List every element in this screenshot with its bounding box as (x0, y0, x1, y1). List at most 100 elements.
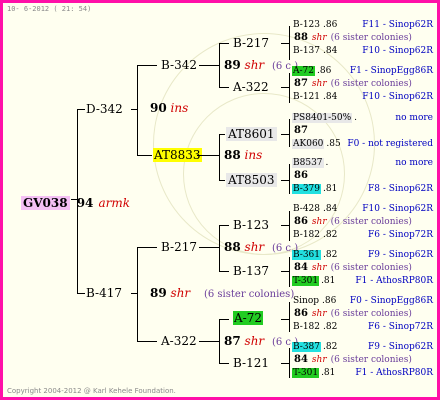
gen2-fm-year: 88 (224, 240, 241, 254)
gen4-mid-year: 87 (294, 125, 308, 136)
gen3-name[interactable]: B-217 (233, 36, 269, 50)
gen4-mid-breeder: shr (311, 217, 327, 227)
gen1-father-year: 89 (150, 286, 167, 300)
connector-line (197, 155, 219, 156)
gen4-bottom-row[interactable]: T-301.81 (292, 276, 335, 286)
gen4-bottom-row[interactable]: B-121.84 (292, 92, 337, 102)
gen4-top-year: .84 (323, 204, 338, 214)
gen4-mid-breeder: shr (311, 309, 327, 319)
gen4-bottom-name: B-137 (293, 46, 320, 56)
gen4-mid-row: 86 shr (6 sister colonies) (294, 216, 412, 227)
connector-line (137, 341, 157, 342)
gen4-mid-breeder: shr (311, 33, 327, 43)
gen2-mf-year: 88 (224, 148, 241, 162)
connector-line (77, 293, 85, 294)
gen4-bottom-year: .81 (321, 368, 336, 378)
gen4-top-name: B-361 (292, 250, 321, 260)
gen4-bottom-year: .82 (323, 322, 338, 332)
root-queen[interactable]: GV038 94 armk (21, 192, 130, 211)
connector-line (199, 247, 219, 248)
gen4-bottom-name: B-379 (292, 184, 321, 194)
gen4-mid-year: 86 (294, 308, 308, 319)
gen4-bottom-row[interactable]: B-379.81 (292, 184, 337, 194)
gen1-mother-name[interactable]: D-342 (86, 102, 123, 116)
gen2-ff-name[interactable]: A-322 (161, 334, 197, 348)
gen3-name[interactable]: B-123 (233, 218, 269, 232)
gen4-top-row[interactable]: PS8401-50%. (292, 113, 357, 123)
pedigree-frame: 10- 6-2012 ( 21: 54) Copyright 2004-2012… (0, 0, 440, 400)
connector-line (289, 257, 290, 287)
gen4-top-source: no more (395, 113, 433, 123)
gen4-mid-row: 84 shr (6 sister colonies) (294, 354, 412, 365)
gen4-mid-sisters: (6 sister colonies) (330, 263, 412, 273)
gen4-top-source: F10 - Sinop62R (362, 204, 433, 214)
gen2-fm-name[interactable]: B-217 (161, 240, 197, 254)
gen4-bottom-name: B-182 (293, 322, 320, 332)
gen2-ff-breeder: shr (244, 334, 265, 348)
gen4-bottom-year: .81 (323, 184, 338, 194)
gen4-mid-year: 87 (294, 78, 308, 89)
gen4-top-source: F0 - SinopEgg86R (349, 296, 433, 306)
gen4-mid-sisters: (6 sister colonies) (330, 309, 412, 319)
gen4-top-row[interactable]: B-361.82 (292, 250, 337, 260)
gen2-fm-breeder: shr (244, 240, 265, 254)
gen4-mid-sisters: (6 sister colonies) (330, 79, 412, 89)
gen4-top-row[interactable]: A-72.86 (292, 66, 331, 76)
connector-line (137, 247, 157, 248)
gen4-top-row[interactable]: B8537. (292, 158, 328, 168)
connector-line (289, 73, 290, 103)
gen4-mid-year: 84 (294, 354, 308, 365)
connector-line (137, 65, 157, 66)
gen4-mid-sisters: (6 sister colonies) (330, 33, 412, 43)
gen4-bottom-row[interactable]: B-182.82 (292, 230, 337, 240)
gen4-bottom-source: F8 - Sinop62R (368, 184, 433, 194)
connector-line (289, 211, 290, 241)
gen2-mm-name[interactable]: B-342 (161, 58, 197, 72)
gen4-mid-year: 84 (294, 262, 308, 273)
gen3-name[interactable]: B-137 (233, 264, 269, 278)
gen4-bottom-name: B-121 (293, 92, 320, 102)
gen3-name[interactable]: B-121 (233, 356, 269, 370)
gen4-top-row[interactable]: B-387.82 (292, 342, 337, 352)
gen4-bottom-source: F0 - not registered (347, 139, 433, 149)
gen3-name[interactable]: A-72 (233, 311, 263, 325)
gen4-top-name: B-428 (293, 204, 320, 214)
gen2-mm-year: 89 (224, 58, 241, 72)
gen4-bottom-row[interactable]: T-301.81 (292, 368, 335, 378)
gen3-name[interactable]: AT8503 (226, 173, 277, 187)
gen4-mid-row: 86 shr (6 sister colonies) (294, 308, 412, 319)
connector-line (281, 271, 289, 272)
gen4-bottom-row[interactable]: B-137.84 (292, 46, 337, 56)
gen4-top-row[interactable]: Sinop .86 (292, 296, 336, 306)
gen4-top-source: F1 - SinopEgg86R (349, 66, 433, 76)
gen4-top-row[interactable]: B-123.86 (292, 20, 337, 30)
gen2-mf-breeder: ins (244, 148, 263, 162)
connector-line (219, 319, 229, 320)
gen3-name[interactable]: AT8601 (226, 127, 277, 141)
gen4-bottom-year: .84 (323, 46, 338, 56)
gen4-mid-row: 88 shr (6 sister colonies) (294, 32, 412, 43)
gen4-top-source: no more (395, 158, 433, 168)
gen4-bottom-source: F10 - Sinop62R (362, 46, 433, 56)
connector-line (219, 134, 225, 135)
connector-line (281, 319, 289, 320)
gen4-bottom-year: .81 (321, 276, 336, 286)
connector-line (77, 109, 78, 293)
gen4-top-year: .82 (323, 342, 338, 352)
connector-line (219, 43, 220, 87)
gen4-bottom-row[interactable]: B-182.82 (292, 322, 337, 332)
connector-line (219, 180, 225, 181)
gen4-top-year: .86 (322, 296, 337, 306)
gen1-father-breeder: shr (170, 286, 191, 300)
connector-line (219, 43, 229, 44)
gen2-mm-info: 89 shr (6 c.) (224, 58, 298, 72)
gen3-name[interactable]: A-322 (233, 80, 269, 94)
gen2-mf-name[interactable]: AT8833 (153, 148, 202, 162)
gen4-bottom-source: F6 - Sinop72R (368, 322, 433, 332)
gen1-father-name[interactable]: B-417 (86, 286, 122, 300)
gen4-top-row[interactable]: B-428.84 (292, 204, 337, 214)
connector-line (281, 363, 289, 364)
gen1-mother-year: 90 (150, 101, 167, 115)
gen4-bottom-row[interactable]: AK060.85 (292, 139, 341, 149)
connector-line (219, 271, 229, 272)
